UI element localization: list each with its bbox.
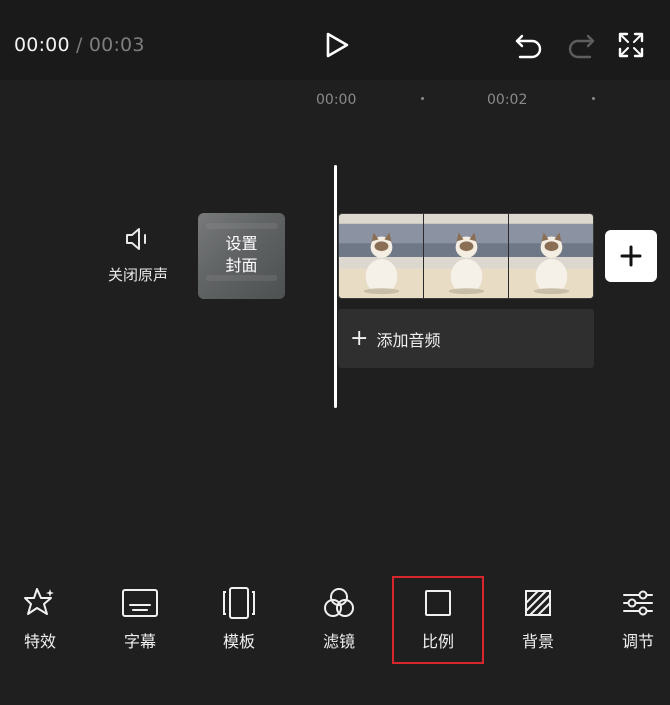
- clip-frame: [339, 214, 424, 298]
- tool-ratio[interactable]: 比例: [398, 584, 478, 652]
- filter-icon: [324, 588, 354, 617]
- player-topbar: 00:00 / 00:03: [0, 0, 670, 80]
- tool-label: 背景: [521, 632, 554, 651]
- set-cover-button[interactable]: 设置 封面: [198, 213, 285, 299]
- ruler-tick: [421, 97, 424, 100]
- adjust-icon: [623, 590, 653, 616]
- effects-star-icon: [24, 588, 54, 615]
- time-separator: /: [76, 34, 83, 56]
- ratio-icon: [425, 590, 451, 616]
- bottom-toolbar: 特效 字幕 模板 滤镜 比例 背景 调节: [0, 570, 670, 705]
- cover-label-line-2: 封面: [225, 256, 258, 275]
- play-button[interactable]: [320, 28, 354, 62]
- tool-label: 调节: [621, 632, 654, 651]
- tool-label: 比例: [421, 632, 454, 651]
- fullscreen-button[interactable]: [615, 29, 647, 61]
- time-display: 00:00 / 00:03: [14, 34, 145, 56]
- tool-label: 模板: [222, 632, 255, 651]
- cat-thumbnail: [509, 214, 593, 298]
- clip-frame: [509, 214, 593, 298]
- add-audio-plus: +: [350, 325, 369, 351]
- tool-template[interactable]: 模板: [199, 584, 279, 652]
- tool-effects[interactable]: 特效: [0, 584, 80, 652]
- ruler-tick: [592, 97, 595, 100]
- video-clip[interactable]: [338, 213, 594, 299]
- undo-button[interactable]: [512, 30, 546, 62]
- ruler-label-1: 00:02: [487, 92, 528, 108]
- tool-adjust[interactable]: 调节: [598, 584, 670, 652]
- add-audio-button[interactable]: + 添加音频: [338, 309, 594, 368]
- cover-label: 设置 封面: [198, 233, 285, 277]
- tool-subtitle[interactable]: 字幕: [100, 584, 180, 652]
- tool-background[interactable]: 背景: [498, 584, 578, 652]
- subtitle-icon: [122, 589, 158, 617]
- redo-icon: [568, 34, 595, 59]
- tool-label: 字幕: [123, 632, 156, 651]
- cat-thumbnail: [339, 214, 423, 298]
- background-icon: [525, 590, 551, 616]
- playhead[interactable]: [334, 165, 337, 408]
- cover-label-line-1: 设置: [225, 234, 258, 253]
- cat-thumbnail: [424, 214, 508, 298]
- current-time: 00:00: [14, 34, 70, 56]
- tool-label: 特效: [23, 632, 56, 651]
- timeline-editor[interactable]: 00:00 00:02 关闭原声 设置 封面 + 添加音频: [0, 80, 670, 570]
- mute-label: 关闭原声: [107, 266, 168, 284]
- mute-original-audio-button[interactable]: 关闭原声: [100, 226, 176, 285]
- redo-button[interactable]: [564, 30, 598, 62]
- add-clip-button[interactable]: [605, 230, 657, 282]
- template-icon: [223, 587, 255, 619]
- play-icon: [326, 32, 349, 58]
- clip-frame: [424, 214, 509, 298]
- undo-icon: [515, 34, 542, 59]
- tool-label: 滤镜: [322, 632, 355, 651]
- total-time: 00:03: [88, 34, 145, 56]
- add-audio-label: 添加音频: [376, 330, 441, 350]
- plus-icon: [620, 245, 642, 267]
- fullscreen-icon: [618, 32, 644, 58]
- ruler-label-0: 00:00: [316, 92, 357, 108]
- speaker-mute-icon: [126, 228, 146, 250]
- tool-filter[interactable]: 滤镜: [299, 584, 379, 652]
